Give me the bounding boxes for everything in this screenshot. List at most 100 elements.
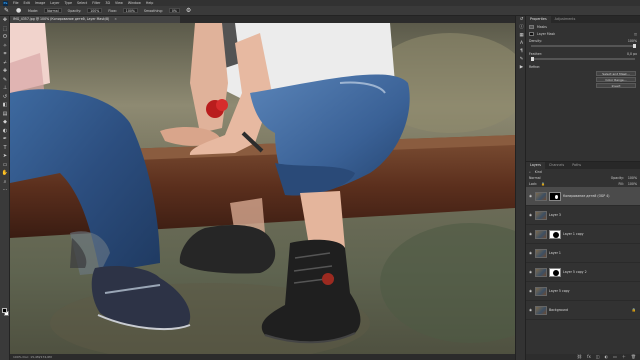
zoom-tool-icon[interactable]: ⌕	[0, 178, 10, 187]
pen-tool-icon[interactable]: ✒	[0, 135, 10, 144]
layer-mask-thumbnail[interactable]	[549, 191, 561, 201]
menu-view[interactable]: View	[115, 1, 123, 5]
layer-row[interactable]: ◉ Копирование детей (ОБР 4)	[526, 187, 640, 206]
menu-edit[interactable]: Edit	[24, 1, 30, 5]
visibility-eye-icon[interactable]: ◉	[528, 194, 533, 198]
lasso-tool-icon[interactable]: ʘ	[0, 33, 10, 42]
tab-channels[interactable]: Channels	[545, 162, 568, 169]
density-slider-knob[interactable]	[632, 43, 636, 48]
layer-name[interactable]: Layer 1 copy	[563, 232, 584, 236]
tab-paths[interactable]: Paths	[568, 162, 585, 169]
menu-select[interactable]: Select	[77, 1, 87, 5]
fill-value[interactable]: 100%	[628, 182, 637, 186]
adjustment-layer-icon[interactable]: ◐	[605, 354, 609, 360]
visibility-eye-icon[interactable]: ◉	[528, 251, 533, 255]
crop-tool-icon[interactable]: ⌗	[0, 50, 10, 59]
filter-kind-select[interactable]: Kind	[535, 170, 542, 174]
shape-tool-icon[interactable]: ▭	[0, 161, 10, 170]
layer-name[interactable]: Копирование детей (ОБР 4)	[563, 194, 610, 198]
type-tool-icon[interactable]: T	[0, 144, 10, 153]
mask-thumbnail-icon	[529, 24, 534, 29]
foreground-color-swatch[interactable]	[2, 308, 7, 313]
feather-slider-knob[interactable]	[531, 56, 534, 61]
menu-3d[interactable]: 3D	[105, 1, 110, 5]
eyedropper-tool-icon[interactable]: ⌿	[0, 59, 10, 68]
layer-name[interactable]: Layer 5 copy	[549, 289, 570, 293]
dodge-tool-icon[interactable]: ◐	[0, 127, 10, 136]
new-layer-icon[interactable]: ＋	[622, 354, 626, 360]
gradient-tool-icon[interactable]: ▤	[0, 110, 10, 119]
layer-mask-thumbnail[interactable]	[549, 229, 561, 239]
move-tool-icon[interactable]: ✥	[0, 16, 10, 25]
menu-type[interactable]: Type	[64, 1, 72, 5]
clone-stamp-tool-icon[interactable]: ⊥	[0, 84, 10, 93]
more-tools-icon[interactable]: ⋯	[0, 186, 10, 195]
layer-row[interactable]: ◉ Layer 3	[526, 206, 640, 225]
select-and-mask-button[interactable]: Select and Mask...	[596, 71, 636, 76]
trash-icon[interactable]: 🗑	[631, 354, 636, 360]
menu-image[interactable]: Image	[35, 1, 45, 5]
visibility-eye-icon[interactable]: ◉	[528, 289, 533, 293]
feather-slider[interactable]	[531, 56, 635, 61]
eraser-tool-icon[interactable]: ◧	[0, 101, 10, 110]
invert-button[interactable]: Invert	[596, 83, 636, 88]
layer-name[interactable]: Layer 3	[549, 213, 561, 217]
layer-thumbnail	[535, 248, 547, 258]
layer-row[interactable]: ◉ Layer 5 copy	[526, 282, 640, 301]
menu-file[interactable]: File	[13, 1, 19, 5]
brush-preset-icon[interactable]: ●	[16, 7, 22, 14]
menu-layer[interactable]: Layer	[50, 1, 59, 5]
panel-icon-strip: ↺ ⓘ ▦ A ¶ ✎ ▶	[515, 16, 526, 360]
layer-row[interactable]: ◉ Layer 1 copy	[526, 225, 640, 244]
brush-tool-icon[interactable]: ✎	[4, 7, 10, 14]
lock-label: Lock:	[529, 182, 538, 186]
fill-label: Fill:	[618, 182, 624, 186]
gear-icon[interactable]: ⚙	[186, 7, 192, 14]
mode-select[interactable]: Normal	[44, 8, 62, 13]
flow-field[interactable]: 100%	[122, 8, 138, 13]
layer-opacity-value[interactable]: 100%	[628, 176, 637, 180]
quick-select-tool-icon[interactable]: ✧	[0, 42, 10, 51]
opacity-field[interactable]: 100%	[87, 8, 103, 13]
layer-row[interactable]: ◉ Layer 5 copy 2	[526, 263, 640, 282]
color-range-button[interactable]: Color Range...	[596, 77, 636, 82]
new-group-icon[interactable]: ▭	[613, 354, 617, 360]
marquee-tool-icon[interactable]: ⬚	[0, 25, 10, 34]
path-select-tool-icon[interactable]: ➤	[0, 152, 10, 161]
brush-tool-icon[interactable]: ✎	[0, 76, 10, 85]
visibility-eye-icon[interactable]: ◉	[528, 308, 533, 312]
document-tab[interactable]: IMG_4357.jpg @ 100% (Копирование детей, …	[10, 16, 180, 23]
blend-mode-select[interactable]: Normal	[529, 176, 541, 180]
density-slider[interactable]	[531, 43, 636, 48]
feather-label: Feather:	[529, 51, 543, 56]
visibility-eye-icon[interactable]: ◉	[528, 232, 533, 236]
tab-properties[interactable]: Properties	[526, 16, 551, 23]
visibility-eye-icon[interactable]: ◉	[528, 270, 533, 274]
layer-row[interactable]: ◉ Layer 1	[526, 244, 640, 263]
density-value[interactable]: 100%	[628, 39, 637, 43]
smoothing-field[interactable]: 0%	[168, 8, 180, 13]
layer-name[interactable]: Layer 5 copy 2	[563, 270, 587, 274]
tab-adjustments[interactable]: Adjustments	[551, 16, 580, 23]
fx-icon[interactable]: fx	[587, 354, 591, 360]
layer-mask-thumbnail[interactable]	[549, 267, 561, 277]
tab-layers[interactable]: Layers	[526, 162, 545, 169]
add-mask-icon[interactable]: ◫	[596, 354, 600, 360]
layer-row[interactable]: ◉ Background 🔒	[526, 301, 640, 320]
link-layers-icon[interactable]: ⛓	[577, 354, 582, 360]
history-brush-tool-icon[interactable]: ↺	[0, 93, 10, 102]
document-canvas[interactable]	[10, 23, 515, 354]
close-icon[interactable]: ×	[114, 17, 117, 21]
menu-help[interactable]: Help	[146, 1, 154, 5]
lock-icon[interactable]: 🔒	[541, 182, 545, 186]
add-mask-icon[interactable]: ◫	[634, 32, 637, 36]
healing-tool-icon[interactable]: ✚	[0, 67, 10, 76]
blur-tool-icon[interactable]: ◆	[0, 118, 10, 127]
layer-name[interactable]: Layer 1	[549, 251, 561, 255]
menu-filter[interactable]: Filter	[92, 1, 100, 5]
visibility-eye-icon[interactable]: ◉	[528, 213, 533, 217]
layer-name[interactable]: Background	[549, 308, 568, 312]
menu-window[interactable]: Window	[128, 1, 141, 5]
hand-tool-icon[interactable]: ✋	[0, 169, 10, 178]
feather-value[interactable]: 0,0 px	[627, 52, 637, 56]
